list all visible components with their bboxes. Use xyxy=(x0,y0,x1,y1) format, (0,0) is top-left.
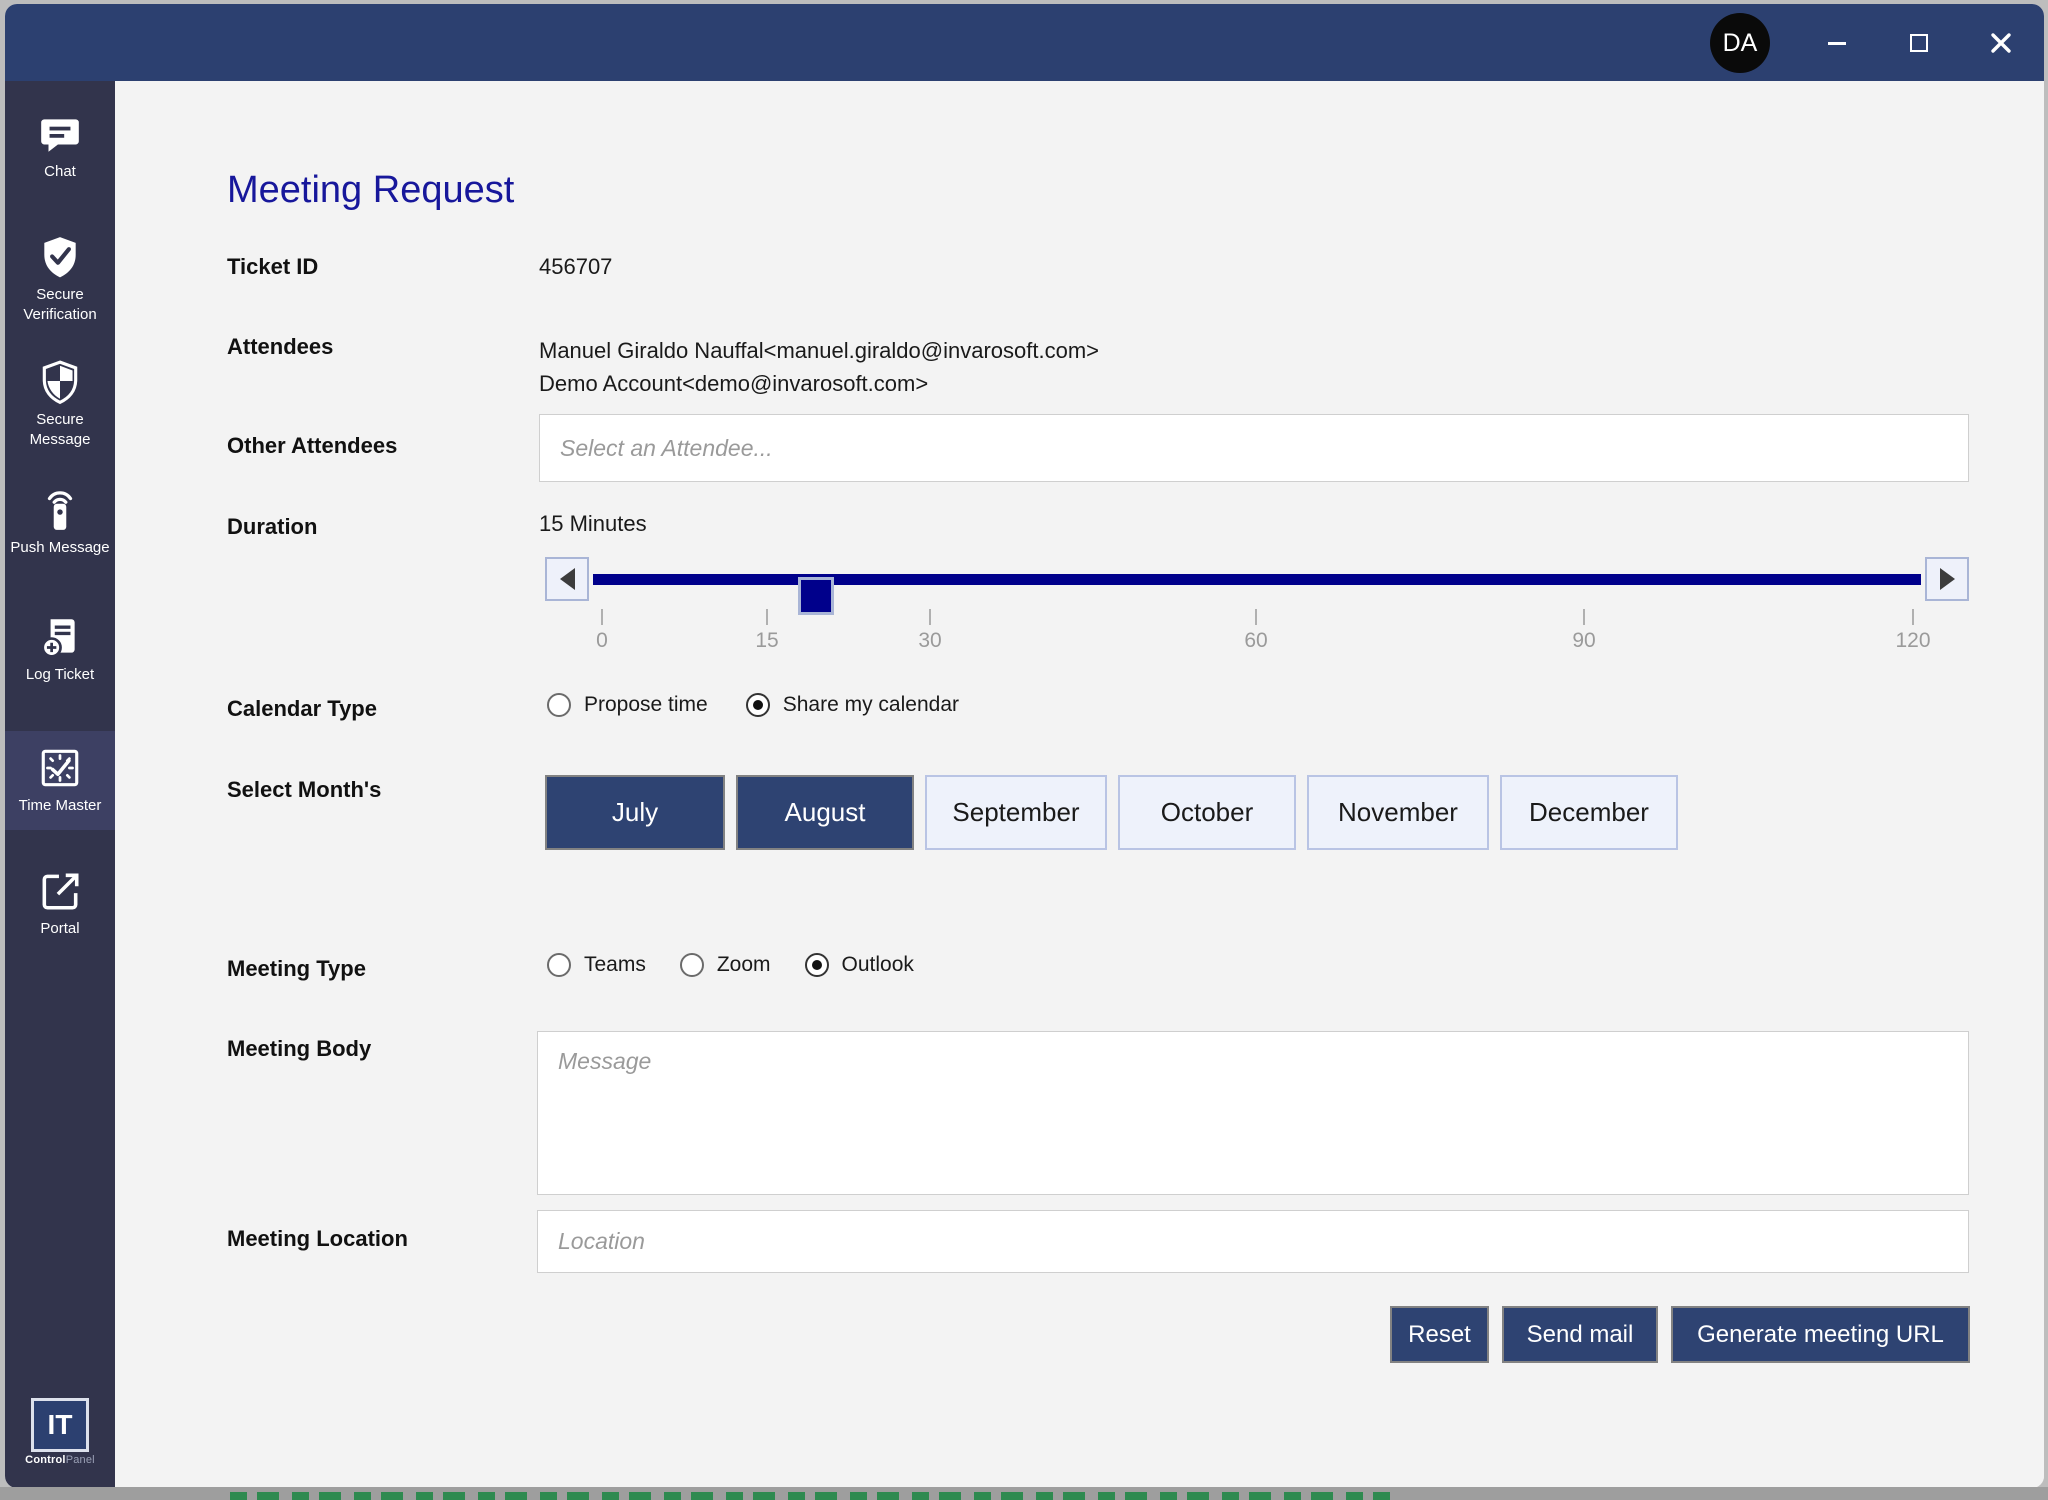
close-icon xyxy=(1989,31,2013,55)
slider-track[interactable] xyxy=(593,574,1921,585)
minimize-button[interactable] xyxy=(1813,26,1861,60)
radio-zoom[interactable]: Zoom xyxy=(680,953,771,977)
slider-tick xyxy=(1255,609,1257,625)
it-controlpanel-logo: IT ControlPanel xyxy=(25,1398,95,1466)
generate-meeting-url-button[interactable]: Generate meeting URL xyxy=(1671,1306,1970,1363)
radio-circle-icon xyxy=(547,693,571,717)
attendee-line-1: Manuel Giraldo Nauffal<manuel.giraldo@in… xyxy=(539,334,1099,367)
slider-tick xyxy=(1912,609,1914,625)
close-button[interactable] xyxy=(1977,26,2025,60)
maximize-icon xyxy=(1910,34,1928,52)
radio-propose-time[interactable]: Propose time xyxy=(547,693,708,717)
calendar-type-options: Propose time Share my calendar xyxy=(547,693,959,717)
radio-outlook[interactable]: Outlook xyxy=(805,953,914,977)
slider-tick-label: 120 xyxy=(1883,629,1943,653)
app-window: DA Chat Secure Verifi xyxy=(5,4,2044,1488)
sidebar-item-label: Log Ticket xyxy=(8,665,112,685)
sidebar-item-label: Chat xyxy=(8,162,112,182)
ticket-id-label: Ticket ID xyxy=(227,254,318,280)
month-button-november[interactable]: November xyxy=(1307,775,1489,850)
other-attendees-label: Other Attendees xyxy=(227,433,397,459)
document-add-icon xyxy=(37,614,83,660)
background-app-sliver xyxy=(230,1492,1390,1500)
sidebar-item-label: Time Master xyxy=(8,796,112,816)
meeting-location-label: Meeting Location xyxy=(227,1226,408,1252)
slider-tick xyxy=(1583,609,1585,625)
meeting-type-options: Teams Zoom Outlook xyxy=(547,953,914,977)
clock-square-icon xyxy=(37,745,83,791)
sidebar-item-secure-verification[interactable]: Secure Verification xyxy=(5,234,115,325)
radio-share-my-calendar[interactable]: Share my calendar xyxy=(746,693,959,717)
slider-tick-label: 30 xyxy=(900,629,960,653)
meeting-body-label: Meeting Body xyxy=(227,1036,371,1062)
shield-check-icon xyxy=(37,234,83,280)
it-logo-square: IT xyxy=(31,1398,89,1452)
shield-quadrant-icon xyxy=(37,359,83,405)
radio-circle-icon xyxy=(680,953,704,977)
slider-tick-label: 90 xyxy=(1554,629,1614,653)
sidebar-item-push-message[interactable]: Push Message xyxy=(5,487,115,558)
sidebar-item-secure-message[interactable]: Secure Message xyxy=(5,359,115,450)
external-link-icon xyxy=(37,868,83,914)
chat-icon xyxy=(37,111,83,157)
remote-broadcast-icon xyxy=(37,487,83,533)
select-months-label: Select Month's xyxy=(227,777,381,803)
ticket-id-value: 456707 xyxy=(539,254,612,280)
attendee-line-2: Demo Account<demo@invarosoft.com> xyxy=(539,367,928,400)
sidebar-item-log-ticket[interactable]: Log Ticket xyxy=(5,614,115,685)
sidebar-item-label: Push Message xyxy=(8,538,112,558)
other-attendees-input[interactable] xyxy=(539,414,1969,482)
month-button-august[interactable]: August xyxy=(736,775,914,850)
avatar[interactable]: DA xyxy=(1710,13,1770,73)
reset-button[interactable]: Reset xyxy=(1390,1306,1489,1363)
attendees-label: Attendees xyxy=(227,334,333,360)
month-buttons: July August September October November D… xyxy=(545,775,1678,850)
arrow-left-icon xyxy=(560,568,575,590)
desktop-background-strip xyxy=(0,1487,2048,1500)
slider-tick-label: 0 xyxy=(572,629,632,653)
sidebar-item-time-master[interactable]: Time Master xyxy=(5,731,115,830)
radio-circle-icon xyxy=(746,693,770,717)
radio-circle-icon xyxy=(805,953,829,977)
slider-thumb[interactable] xyxy=(798,577,834,615)
slider-tick xyxy=(766,609,768,625)
sidebar-item-label: Portal xyxy=(8,919,112,939)
radio-circle-icon xyxy=(547,953,571,977)
duration-value: 15 Minutes xyxy=(539,511,647,537)
slider-tick-label: 60 xyxy=(1226,629,1286,653)
maximize-button[interactable] xyxy=(1895,26,1943,60)
slider-tick xyxy=(601,609,603,625)
month-button-september[interactable]: September xyxy=(925,775,1107,850)
send-mail-button[interactable]: Send mail xyxy=(1502,1306,1658,1363)
page-title: Meeting Request xyxy=(227,169,514,212)
sidebar-item-chat[interactable]: Chat xyxy=(5,111,115,182)
meeting-body-textarea[interactable] xyxy=(537,1031,1969,1195)
duration-slider: 0 15 30 60 90 120 xyxy=(545,557,1969,603)
month-button-july[interactable]: July xyxy=(545,775,725,850)
action-buttons: Reset Send mail Generate meeting URL xyxy=(1390,1306,1970,1363)
title-bar: DA xyxy=(5,4,2044,81)
slider-tick-label: 15 xyxy=(737,629,797,653)
month-button-october[interactable]: October xyxy=(1118,775,1296,850)
meeting-request-form: Meeting Request Ticket ID 456707 Attende… xyxy=(115,81,2044,1488)
it-logo-subtitle: ControlPanel xyxy=(25,1454,95,1466)
slider-decrease-button[interactable] xyxy=(545,557,589,601)
sidebar-item-label: Secure Message xyxy=(8,410,112,450)
sidebar-item-label: Secure Verification xyxy=(8,285,112,325)
arrow-right-icon xyxy=(1940,568,1955,590)
month-button-december[interactable]: December xyxy=(1500,775,1678,850)
radio-teams[interactable]: Teams xyxy=(547,953,646,977)
minimize-icon xyxy=(1828,42,1846,45)
meeting-type-label: Meeting Type xyxy=(227,956,366,982)
slider-tick xyxy=(929,609,931,625)
duration-label: Duration xyxy=(227,514,317,540)
sidebar: Chat Secure Verification Secure Message xyxy=(5,81,115,1488)
slider-increase-button[interactable] xyxy=(1925,557,1969,601)
sidebar-item-portal[interactable]: Portal xyxy=(5,868,115,939)
meeting-location-input[interactable] xyxy=(537,1210,1969,1273)
calendar-type-label: Calendar Type xyxy=(227,696,377,722)
